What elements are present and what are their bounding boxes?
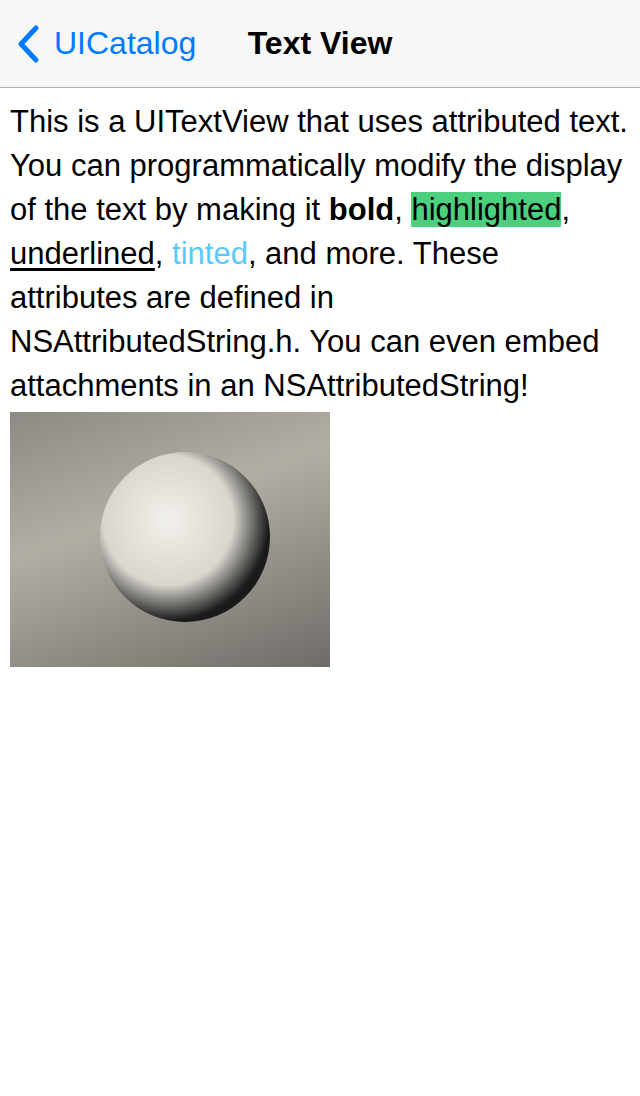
navigation-bar: UICatalog Text View: [0, 0, 640, 88]
highlight-text: highlighted: [411, 192, 561, 227]
plain-text: ,: [394, 192, 411, 227]
bold-text: bold: [329, 192, 394, 227]
plain-text: ,: [155, 236, 172, 271]
nav-title: Text View: [236, 25, 405, 62]
plain-text: ,: [561, 192, 570, 227]
back-chevron-icon: [16, 24, 40, 64]
photo-attachment: [10, 412, 330, 667]
back-button[interactable]: UICatalog: [0, 24, 236, 64]
screen: UICatalog Text View This is a UITextView t…: [0, 0, 640, 1096]
attributed-text: This is a UITextView that uses attribute…: [10, 100, 630, 408]
back-label: UICatalog: [54, 25, 196, 62]
tint-text: tinted: [172, 236, 248, 271]
underline-text: underlined: [10, 236, 155, 271]
text-view[interactable]: This is a UITextView that uses attribute…: [0, 88, 640, 687]
